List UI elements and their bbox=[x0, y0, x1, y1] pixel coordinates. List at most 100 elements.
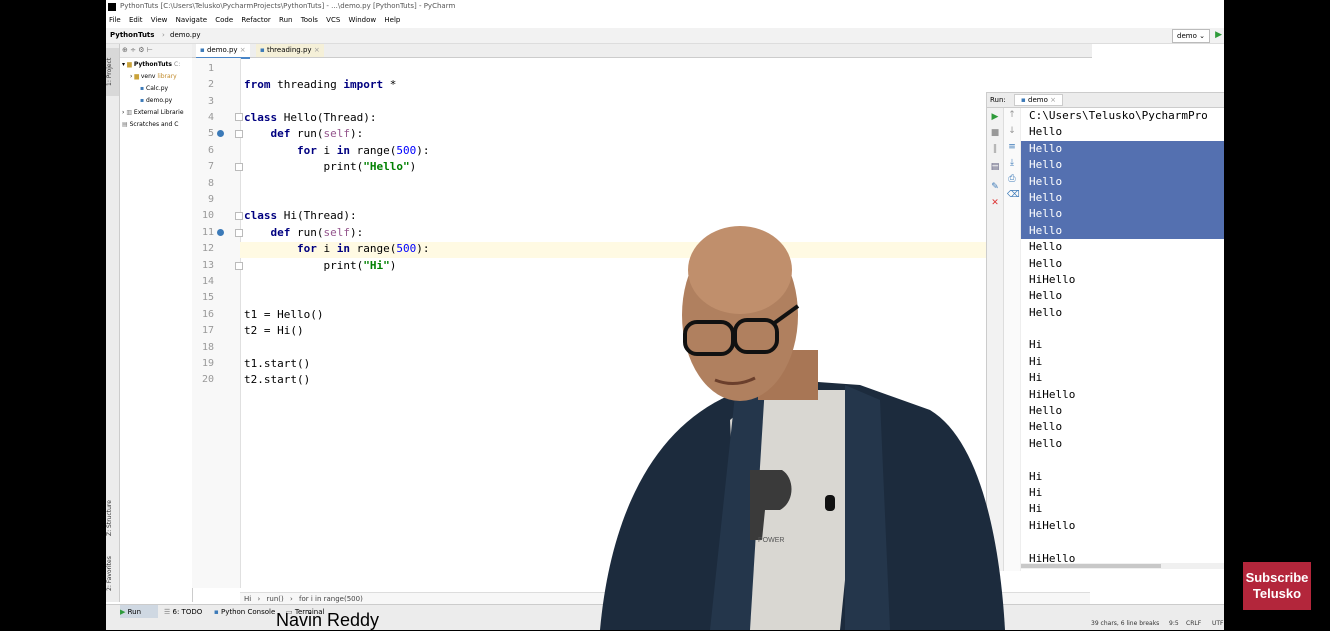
code-line-16[interactable]: t1 = Hello() bbox=[244, 307, 323, 323]
close-icon[interactable]: × bbox=[240, 46, 246, 54]
run-play-icon[interactable]: ▶ bbox=[1215, 28, 1222, 43]
output-line[interactable]: C:\Users\Telusko\PycharmPro bbox=[1021, 108, 1224, 124]
sync-icon[interactable]: ⊕ bbox=[122, 46, 128, 54]
status-caret-position[interactable]: 9:5 bbox=[1169, 618, 1179, 630]
output-line[interactable]: HiHello bbox=[1021, 272, 1224, 288]
nav-project[interactable]: PythonTuts bbox=[110, 28, 154, 43]
fold-icon[interactable] bbox=[235, 113, 243, 121]
output-line[interactable]: Hi bbox=[1021, 370, 1224, 386]
tab-demo-py[interactable]: ▪ demo.py × bbox=[196, 44, 250, 59]
output-line[interactable]: Hi bbox=[1021, 354, 1224, 370]
crumb-loop[interactable]: for i in range(500) bbox=[299, 595, 363, 603]
fold-icon[interactable] bbox=[235, 163, 243, 171]
scrollbar-thumb[interactable] bbox=[1021, 564, 1161, 568]
output-line[interactable]: Hello bbox=[1021, 239, 1224, 255]
tree-file-demo[interactable]: ▪ demo.py bbox=[140, 95, 172, 106]
output-line[interactable]: Hello bbox=[1021, 206, 1224, 223]
crumb-method[interactable]: run() bbox=[267, 595, 284, 603]
output-line[interactable] bbox=[1021, 452, 1224, 468]
code-line-5[interactable]: def run(self): bbox=[244, 126, 364, 142]
output-line[interactable]: Hello bbox=[1021, 140, 1224, 158]
menu-code[interactable]: Code bbox=[215, 16, 233, 24]
code-line-7[interactable]: print("Hello") bbox=[244, 159, 416, 175]
tab-threading-py[interactable]: ▪ threading.py × bbox=[256, 44, 324, 57]
collapse-icon[interactable]: ÷ bbox=[130, 46, 136, 54]
tree-file-calc[interactable]: ▪ Calc.py bbox=[140, 83, 168, 94]
print-icon[interactable]: ⎙ bbox=[1007, 174, 1017, 184]
output-line[interactable]: Hello bbox=[1021, 288, 1224, 304]
output-line[interactable]: Hello bbox=[1021, 256, 1224, 272]
output-line[interactable]: HiHello bbox=[1021, 551, 1224, 563]
code-line-19[interactable]: t1.start() bbox=[244, 356, 310, 372]
fold-icon[interactable] bbox=[235, 212, 243, 220]
status-line-separator[interactable]: CRLF bbox=[1186, 618, 1201, 630]
fold-icon[interactable] bbox=[235, 229, 243, 237]
status-encoding[interactable]: UTF bbox=[1212, 618, 1224, 630]
fold-icon[interactable] bbox=[235, 130, 243, 138]
menu-refactor[interactable]: Refactor bbox=[241, 16, 270, 24]
output-line[interactable]: Hello bbox=[1021, 189, 1224, 207]
close-icon[interactable]: × bbox=[1050, 96, 1056, 104]
fold-icon[interactable] bbox=[235, 262, 243, 270]
output-line[interactable] bbox=[1021, 534, 1224, 550]
code-line-17[interactable]: t2 = Hi() bbox=[244, 323, 304, 339]
output-line[interactable]: Hello bbox=[1021, 403, 1224, 419]
output-line[interactable]: Hi bbox=[1021, 337, 1224, 353]
output-line[interactable]: Hello bbox=[1021, 157, 1224, 174]
menu-window[interactable]: Window bbox=[349, 16, 377, 24]
pause-icon[interactable]: ‖ bbox=[990, 144, 1000, 154]
menu-edit[interactable]: Edit bbox=[129, 16, 143, 24]
output-line[interactable]: Hello bbox=[1021, 222, 1224, 240]
output-line[interactable]: Hi bbox=[1021, 469, 1224, 485]
code-line-10[interactable]: class Hi(Thread): bbox=[244, 208, 357, 224]
menu-run[interactable]: Run bbox=[279, 16, 292, 24]
soft-wrap-icon[interactable]: ≡ bbox=[1007, 142, 1017, 152]
override-marker-icon[interactable] bbox=[217, 130, 224, 137]
tab-structure[interactable]: Z: Structure bbox=[106, 492, 119, 544]
crumb-class[interactable]: Hi bbox=[244, 595, 251, 603]
tab-favorites[interactable]: 2: Favorites bbox=[106, 549, 119, 599]
output-line[interactable]: HiHello bbox=[1021, 518, 1224, 534]
code-line-6[interactable]: for i in range(500): bbox=[244, 143, 429, 159]
tree-root[interactable]: ▾ ▆ PythonTuts C: bbox=[122, 59, 180, 70]
hide-icon[interactable]: ⊢ bbox=[147, 46, 153, 54]
output-line[interactable]: HiHello bbox=[1021, 387, 1224, 403]
output-line[interactable]: Hello bbox=[1021, 436, 1224, 452]
code-line-11[interactable]: def run(self): bbox=[244, 225, 364, 241]
run-output[interactable]: C:\Users\Telusko\PycharmPro Hello Hello Hel… bbox=[1021, 108, 1224, 563]
tool-tab-python-console[interactable]: ▪ Python Console bbox=[214, 605, 275, 619]
code-line-13[interactable]: print("Hi") bbox=[244, 258, 396, 274]
tool-tab-run[interactable]: ▶ Run bbox=[120, 605, 158, 619]
output-line[interactable]: Hello bbox=[1021, 124, 1224, 140]
layout-icon[interactable]: ▤ bbox=[990, 162, 1000, 172]
menu-view[interactable]: View bbox=[151, 16, 168, 24]
code-line-20[interactable]: t2.start() bbox=[244, 372, 310, 388]
close-icon[interactable]: × bbox=[314, 46, 320, 54]
code-line-2[interactable]: from threading import * bbox=[244, 77, 396, 93]
gear-icon[interactable]: ⚙ bbox=[138, 46, 144, 54]
tool-tab-todo[interactable]: ☰ 6: TODO bbox=[164, 605, 202, 619]
output-line[interactable]: Hello bbox=[1021, 419, 1224, 435]
close-run-icon[interactable]: ✕ bbox=[990, 198, 1000, 208]
trash-icon[interactable]: ⌫ bbox=[1007, 190, 1020, 200]
run-tab-demo[interactable]: ▪ demo × bbox=[1014, 94, 1063, 106]
tree-venv[interactable]: › ▆ venv library bbox=[130, 71, 177, 82]
output-line[interactable]: Hi bbox=[1021, 485, 1224, 501]
override-marker-icon[interactable] bbox=[217, 229, 224, 236]
tree-external-libraries[interactable]: › ▥ External Librarie bbox=[122, 107, 184, 118]
scroll-down-icon[interactable]: ↓ bbox=[1007, 126, 1017, 136]
output-line[interactable]: Hello bbox=[1021, 305, 1224, 321]
output-horizontal-scrollbar[interactable] bbox=[1021, 563, 1224, 569]
output-line[interactable]: Hello bbox=[1021, 173, 1224, 190]
menu-navigate[interactable]: Navigate bbox=[176, 16, 207, 24]
code-line-4[interactable]: class Hello(Thread): bbox=[244, 110, 376, 126]
scroll-to-end-icon[interactable]: ⤓ bbox=[1007, 158, 1017, 168]
menu-tools[interactable]: Tools bbox=[301, 16, 318, 24]
rerun-icon[interactable]: ▶ bbox=[990, 112, 1000, 122]
output-line[interactable] bbox=[1021, 321, 1224, 337]
menu-file[interactable]: File bbox=[109, 16, 121, 24]
menu-vcs[interactable]: VCS bbox=[326, 16, 340, 24]
scroll-up-icon[interactable]: ↑ bbox=[1007, 110, 1017, 120]
pin-icon[interactable]: ✎ bbox=[990, 182, 1000, 192]
tab-project[interactable]: 1: Project bbox=[106, 48, 119, 96]
